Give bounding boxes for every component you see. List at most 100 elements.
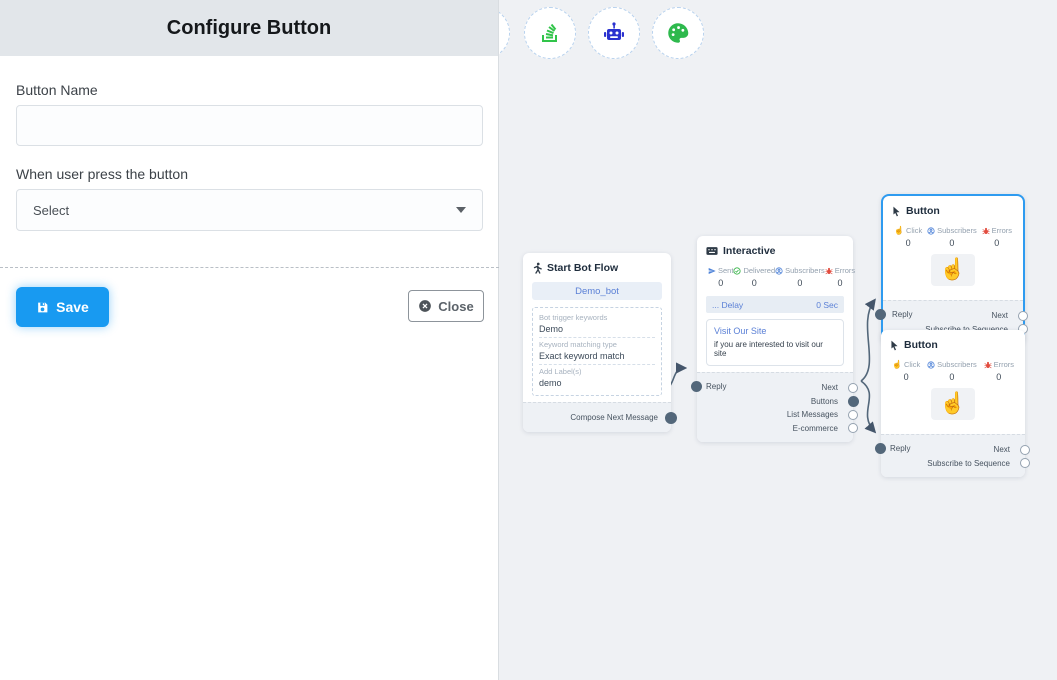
field-group: Add Label(s) demo xyxy=(539,365,655,391)
field-group: Keyword matching type Exact keyword matc… xyxy=(539,338,655,365)
toolbar-button-theme[interactable] xyxy=(652,7,704,59)
bug-icon xyxy=(825,267,833,275)
stat-subscribers: Subscribers 0 xyxy=(927,226,977,248)
tap-hand-icon: ☝ xyxy=(931,254,975,286)
compose-next-message-label: Compose Next Message xyxy=(570,413,658,422)
stat-value: 0 xyxy=(718,278,723,288)
check-circle-icon xyxy=(733,267,741,275)
button-action-select[interactable]: Select xyxy=(16,189,483,231)
compose-output-port[interactable] xyxy=(665,412,677,424)
start-bot-flow-node[interactable]: Start Bot Flow Demo_bot Bot trigger keyw… xyxy=(523,253,671,432)
ecommerce-output-port[interactable] xyxy=(848,423,858,433)
toolbar-button-stack[interactable] xyxy=(524,7,576,59)
user-circle-icon xyxy=(775,267,783,275)
runner-icon xyxy=(532,262,542,274)
output-next: Next xyxy=(881,443,1025,457)
toolbar-button-bot[interactable] xyxy=(588,7,640,59)
message-title: Visit Our Site xyxy=(714,326,836,336)
send-icon xyxy=(708,267,716,275)
stack-icon xyxy=(538,21,562,45)
stat-subscribers: Subscribers 0 xyxy=(927,360,977,382)
configure-panel: Configure Button Button Name When user p… xyxy=(0,0,499,680)
save-button[interactable]: Save xyxy=(16,287,109,327)
stat-subscribers: Subscribers 0 xyxy=(775,266,825,288)
tap-hand-icon: ☝ xyxy=(931,388,975,420)
stat-sent: Sent 0 xyxy=(708,266,733,288)
stat-errors: Errors 0 xyxy=(982,226,1012,248)
panel-header: Configure Button xyxy=(0,0,498,56)
stat-errors: Errors 0 xyxy=(825,266,855,288)
user-circle-icon xyxy=(927,361,935,369)
button-node[interactable]: Button ☝Click 0 Subscribers 0 Errors 0 ☝… xyxy=(881,330,1025,477)
bug-icon xyxy=(982,227,990,235)
button-name-input[interactable] xyxy=(16,105,483,146)
field-label: Keyword matching type xyxy=(539,340,655,349)
stat-delivered: Delivered 0 xyxy=(733,266,775,288)
when-press-label: When user press the button xyxy=(16,166,482,182)
next-output-port[interactable] xyxy=(1018,311,1028,321)
interactive-node[interactable]: Interactive Sent 0 Delivered 0 xyxy=(697,236,853,442)
next-output-port[interactable] xyxy=(1020,445,1030,455)
output-next: Next xyxy=(697,381,853,395)
node-title: Button xyxy=(906,205,940,217)
stat-value: 0 xyxy=(904,372,909,382)
output-list-messages: List Messages xyxy=(697,408,853,422)
cursor-icon xyxy=(892,206,901,217)
field-label: Bot trigger keywords xyxy=(539,313,655,322)
stat-value: 0 xyxy=(797,278,802,288)
stat-value: 0 xyxy=(996,372,1001,382)
button-stats: ☝Click 0 Subscribers 0 Errors 0 xyxy=(890,360,1016,382)
next-output-port[interactable] xyxy=(848,383,858,393)
subscribe-sequence-output-port[interactable] xyxy=(1020,458,1030,468)
close-button-label: Close xyxy=(438,299,473,314)
stat-value: 0 xyxy=(949,238,954,248)
stat-value: 0 xyxy=(906,238,911,248)
interactive-stats: Sent 0 Delivered 0 Subscribers 0 xyxy=(706,266,844,288)
output-subscribe-sequence: Subscribe to Sequence xyxy=(881,457,1025,471)
buttons-output-port[interactable] xyxy=(848,396,859,407)
cursor-icon xyxy=(890,340,899,351)
interactive-message-box[interactable]: Visit Our Site if you are interested to … xyxy=(706,319,844,366)
node-title: Button xyxy=(904,339,938,351)
page-title: Configure Button xyxy=(167,17,331,40)
stat-value: 0 xyxy=(994,238,999,248)
field-value: Demo xyxy=(539,324,655,334)
field-label: Add Label(s) xyxy=(539,367,655,376)
palette-icon xyxy=(665,20,691,46)
interactive-node-footer: Reply Next Buttons List Messages E-comme… xyxy=(697,372,853,442)
stat-value: 0 xyxy=(949,372,954,382)
button-node-footer: Reply Next Subscribe to Sequence xyxy=(881,434,1025,477)
keyboard-icon xyxy=(706,246,718,256)
chevron-down-icon xyxy=(456,207,466,213)
stat-value: 0 xyxy=(837,278,842,288)
message-body: if you are interested to visit our site xyxy=(714,340,836,358)
field-value: Exact keyword match xyxy=(539,351,655,361)
stat-errors: Errors 0 xyxy=(984,360,1014,382)
save-icon xyxy=(36,301,49,314)
field-group: Bot trigger keywords Demo xyxy=(539,311,655,338)
delay-label: ... Delay xyxy=(712,300,743,310)
panel-body: Button Name When user press the button S… xyxy=(0,56,498,247)
close-button[interactable]: Close xyxy=(408,290,484,322)
delay-value: 0 Sec xyxy=(816,300,838,310)
button-name-label: Button Name xyxy=(16,82,482,98)
compose-next-message-row: Compose Next Message xyxy=(523,402,671,432)
output-next: Next xyxy=(883,309,1023,323)
bot-name-pill[interactable]: Demo_bot xyxy=(532,282,662,300)
close-icon xyxy=(418,299,432,313)
stat-value: 0 xyxy=(752,278,757,288)
start-fields-box: Bot trigger keywords Demo Keyword matchi… xyxy=(532,307,662,396)
button-stats: ☝Click 0 Subscribers 0 Errors 0 xyxy=(892,226,1014,248)
button-node-selected[interactable]: Button ☝Click 0 Subscribers 0 Errors 0 ☝… xyxy=(881,194,1025,345)
output-buttons: Buttons xyxy=(697,395,853,409)
delay-bar[interactable]: ... Delay 0 Sec xyxy=(706,296,844,313)
node-title: Interactive xyxy=(723,245,776,257)
user-circle-icon xyxy=(927,227,935,235)
list-messages-output-port[interactable] xyxy=(848,410,858,420)
output-ecommerce: E-commerce xyxy=(697,422,853,436)
click-icon: ☝ xyxy=(892,360,902,369)
field-value: demo xyxy=(539,378,655,388)
divider xyxy=(0,267,499,268)
robot-icon xyxy=(601,20,627,46)
stat-click: ☝Click 0 xyxy=(892,360,920,382)
